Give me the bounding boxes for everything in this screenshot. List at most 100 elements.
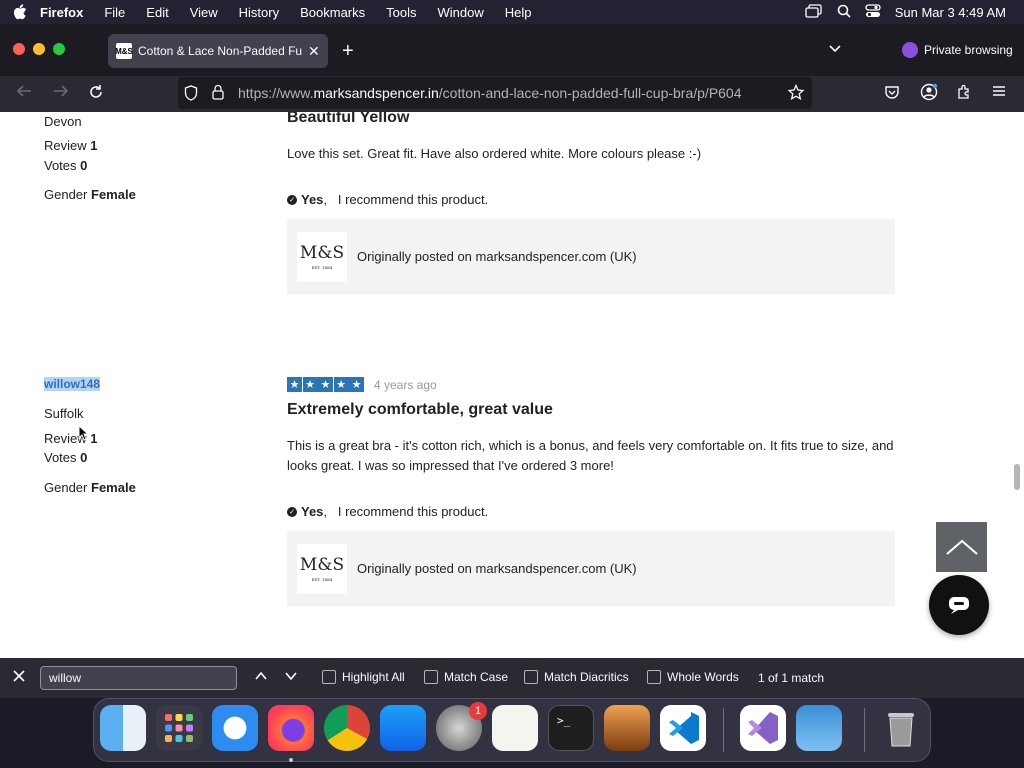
terminal-icon[interactable]: >_ bbox=[548, 705, 594, 751]
url-bar[interactable]: https://www.marksandspencer.in/cotton-an… bbox=[178, 77, 812, 109]
find-next-icon[interactable] bbox=[284, 669, 298, 686]
scroll-to-top-button[interactable] bbox=[936, 522, 987, 572]
syndication-text: Originally posted on marksandspencer.com… bbox=[357, 249, 637, 264]
new-tab-button[interactable]: + bbox=[342, 40, 354, 63]
menubar-clock[interactable]: Sun Mar 3 4:49 AM bbox=[895, 5, 1006, 20]
mouse-pointer-icon bbox=[78, 424, 90, 446]
url-text[interactable]: https://www.marksandspencer.in/cotton-an… bbox=[238, 85, 778, 101]
star-icon: ★ bbox=[349, 377, 364, 392]
match-case-checkbox[interactable]: Match Case bbox=[424, 670, 508, 684]
private-browsing-label: Private browsing bbox=[924, 43, 1013, 57]
menu-bookmarks[interactable]: Bookmarks bbox=[300, 5, 365, 20]
review-count: 1 bbox=[90, 431, 98, 446]
ms-logo: M&S EST. 1884 bbox=[297, 231, 347, 282]
apple-icon[interactable] bbox=[0, 4, 40, 20]
match-case-label: Match Case bbox=[444, 670, 509, 684]
gender-value: Female bbox=[91, 187, 136, 202]
lock-icon[interactable] bbox=[212, 84, 224, 105]
zoom-window-button[interactable] bbox=[53, 43, 65, 55]
review-text: This is a great bra - it's cotton rich, … bbox=[287, 438, 894, 473]
visual-studio-icon[interactable] bbox=[740, 705, 786, 751]
checkbox-box[interactable] bbox=[524, 670, 538, 684]
forward-button[interactable] bbox=[53, 84, 69, 103]
control-center-icon[interactable] bbox=[865, 3, 881, 21]
review-label: Review bbox=[44, 138, 87, 153]
ms-logo-sub: EST. 1884 bbox=[311, 577, 333, 582]
find-previous-icon[interactable] bbox=[254, 669, 268, 686]
ms-logo-text: M&S bbox=[299, 243, 345, 263]
tab-close-icon[interactable]: ✕ bbox=[308, 43, 320, 60]
star-icon: ★ bbox=[302, 377, 318, 392]
garageband-icon[interactable] bbox=[604, 705, 650, 751]
find-input[interactable]: willow bbox=[40, 666, 237, 690]
bookmark-star-icon[interactable] bbox=[787, 83, 805, 105]
chrome-icon[interactable] bbox=[324, 705, 370, 751]
menu-history[interactable]: History bbox=[239, 5, 279, 20]
app-store-icon[interactable] bbox=[380, 705, 426, 751]
account-icon[interactable] bbox=[920, 83, 938, 106]
tab-active[interactable]: M&S Cotton & Lace Non-Padded Full ✕ bbox=[108, 34, 328, 68]
menu-edit[interactable]: Edit bbox=[146, 5, 168, 20]
star-icon: ★ bbox=[287, 377, 302, 392]
page-scrollbar-thumb[interactable] bbox=[1014, 464, 1020, 490]
star-icon: ★ bbox=[318, 377, 333, 392]
checkbox-box[interactable] bbox=[424, 670, 438, 684]
menu-file[interactable]: File bbox=[104, 5, 125, 20]
app-menu-icon[interactable] bbox=[992, 84, 1006, 103]
screen-mirroring-icon[interactable] bbox=[805, 3, 823, 21]
tab-title: Cotton & Lace Non-Padded Full bbox=[138, 44, 302, 58]
reviewer-username[interactable]: willow148 bbox=[44, 377, 101, 391]
menu-window[interactable]: Window bbox=[438, 5, 484, 20]
find-match-count: 1 of 1 match bbox=[758, 671, 825, 685]
whole-words-label: Whole Words bbox=[667, 670, 739, 684]
ms-logo-text: M&S bbox=[299, 555, 345, 575]
tracking-protection-shield-icon[interactable] bbox=[184, 85, 198, 106]
close-window-button[interactable] bbox=[13, 43, 25, 55]
safari-icon[interactable] bbox=[212, 705, 258, 751]
menu-help[interactable]: Help bbox=[505, 5, 532, 20]
reviewer-review-count: Review 1 bbox=[44, 431, 97, 446]
menu-app-name[interactable]: Firefox bbox=[40, 5, 83, 20]
menu-view[interactable]: View bbox=[190, 5, 218, 20]
whole-words-checkbox[interactable]: Whole Words bbox=[647, 670, 739, 684]
extensions-icon[interactable] bbox=[956, 84, 972, 105]
recommend-text: I recommend this product. bbox=[337, 192, 489, 207]
spotlight-search-icon[interactable] bbox=[837, 4, 851, 21]
match-diacritics-label: Match Diacritics bbox=[544, 670, 629, 684]
highlight-all-label: Highlight All bbox=[342, 670, 405, 684]
private-browsing-indicator: Private browsing bbox=[902, 42, 1013, 58]
chat-button[interactable] bbox=[929, 575, 989, 635]
back-button[interactable] bbox=[16, 84, 32, 103]
reviewer-review-count: Review 1 bbox=[44, 138, 97, 153]
reviewer-votes: Votes 0 bbox=[44, 158, 87, 173]
vscode-icon[interactable] bbox=[660, 705, 706, 751]
trash-icon[interactable] bbox=[878, 705, 924, 751]
checkbox-box[interactable] bbox=[647, 670, 661, 684]
firefox-icon[interactable] bbox=[268, 705, 314, 751]
pocket-icon[interactable] bbox=[884, 84, 900, 105]
reload-button[interactable] bbox=[88, 84, 104, 105]
launchpad-icon[interactable] bbox=[156, 705, 202, 751]
gender-label: Gender bbox=[44, 187, 88, 202]
tab-favicon-icon: M&S bbox=[115, 43, 133, 59]
check-circle-icon: ✓ bbox=[287, 194, 297, 205]
gender-label: Gender bbox=[44, 480, 88, 495]
url-prefix: https://www. bbox=[238, 85, 314, 101]
weather-icon[interactable] bbox=[796, 705, 842, 751]
reviewer-location: Suffolk bbox=[44, 406, 84, 421]
finder-icon[interactable] bbox=[100, 705, 146, 751]
minimize-window-button[interactable] bbox=[33, 43, 45, 55]
checkbox-box[interactable] bbox=[322, 670, 336, 684]
highlight-all-checkbox[interactable]: Highlight All bbox=[322, 670, 405, 684]
reviewer-votes: Votes 0 bbox=[44, 450, 87, 465]
menu-tools[interactable]: Tools bbox=[386, 5, 416, 20]
votes-count: 0 bbox=[80, 450, 88, 465]
find-bar-close-icon[interactable] bbox=[12, 669, 26, 686]
textedit-icon[interactable] bbox=[492, 705, 538, 751]
ms-logo-sub: EST. 1884 bbox=[311, 265, 333, 270]
votes-label: Votes bbox=[44, 450, 77, 465]
list-all-tabs-icon[interactable] bbox=[828, 41, 842, 59]
recommend-text: I recommend this product. bbox=[337, 504, 489, 519]
match-diacritics-checkbox[interactable]: Match Diacritics bbox=[524, 670, 629, 684]
review-text: Love this set. Great fit. Have also orde… bbox=[287, 146, 702, 161]
